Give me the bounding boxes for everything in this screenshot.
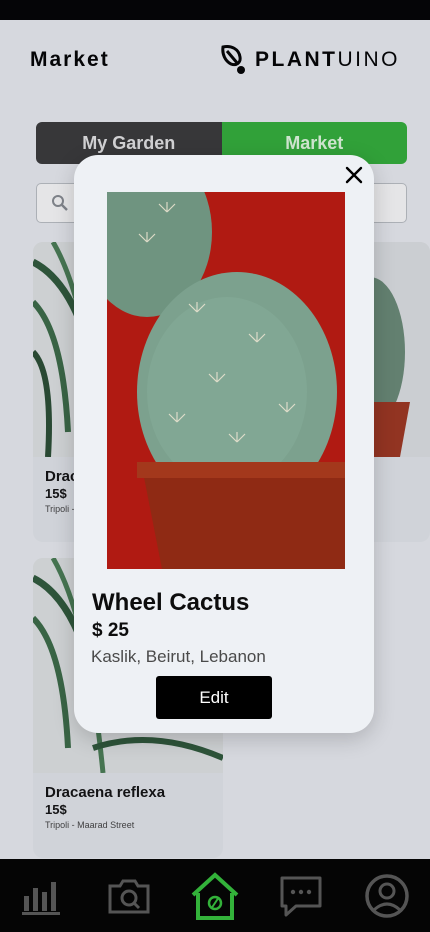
chat-icon (280, 876, 322, 916)
close-icon[interactable] (342, 163, 366, 187)
profile-icon (365, 873, 409, 918)
cactus-photo (107, 192, 345, 569)
stats-icon (22, 881, 60, 915)
plant-location: Kaslik, Beirut, Lebanon (91, 647, 266, 666)
bottom-nav (0, 859, 430, 932)
nav-chat[interactable] (275, 870, 327, 922)
plant-detail-modal: Wheel Cactus $ 25 Kaslik, Beirut, Lebano… (74, 155, 374, 733)
plant-price: $ 25 (92, 620, 129, 641)
nav-camera[interactable] (103, 870, 155, 922)
nav-stats[interactable] (17, 870, 69, 922)
nav-home[interactable] (189, 870, 241, 922)
edit-button[interactable]: Edit (156, 676, 272, 719)
nav-profile[interactable] (361, 870, 413, 922)
camera-icon (108, 879, 150, 913)
plant-name: Wheel Cactus (92, 589, 250, 616)
home-icon (191, 871, 239, 920)
